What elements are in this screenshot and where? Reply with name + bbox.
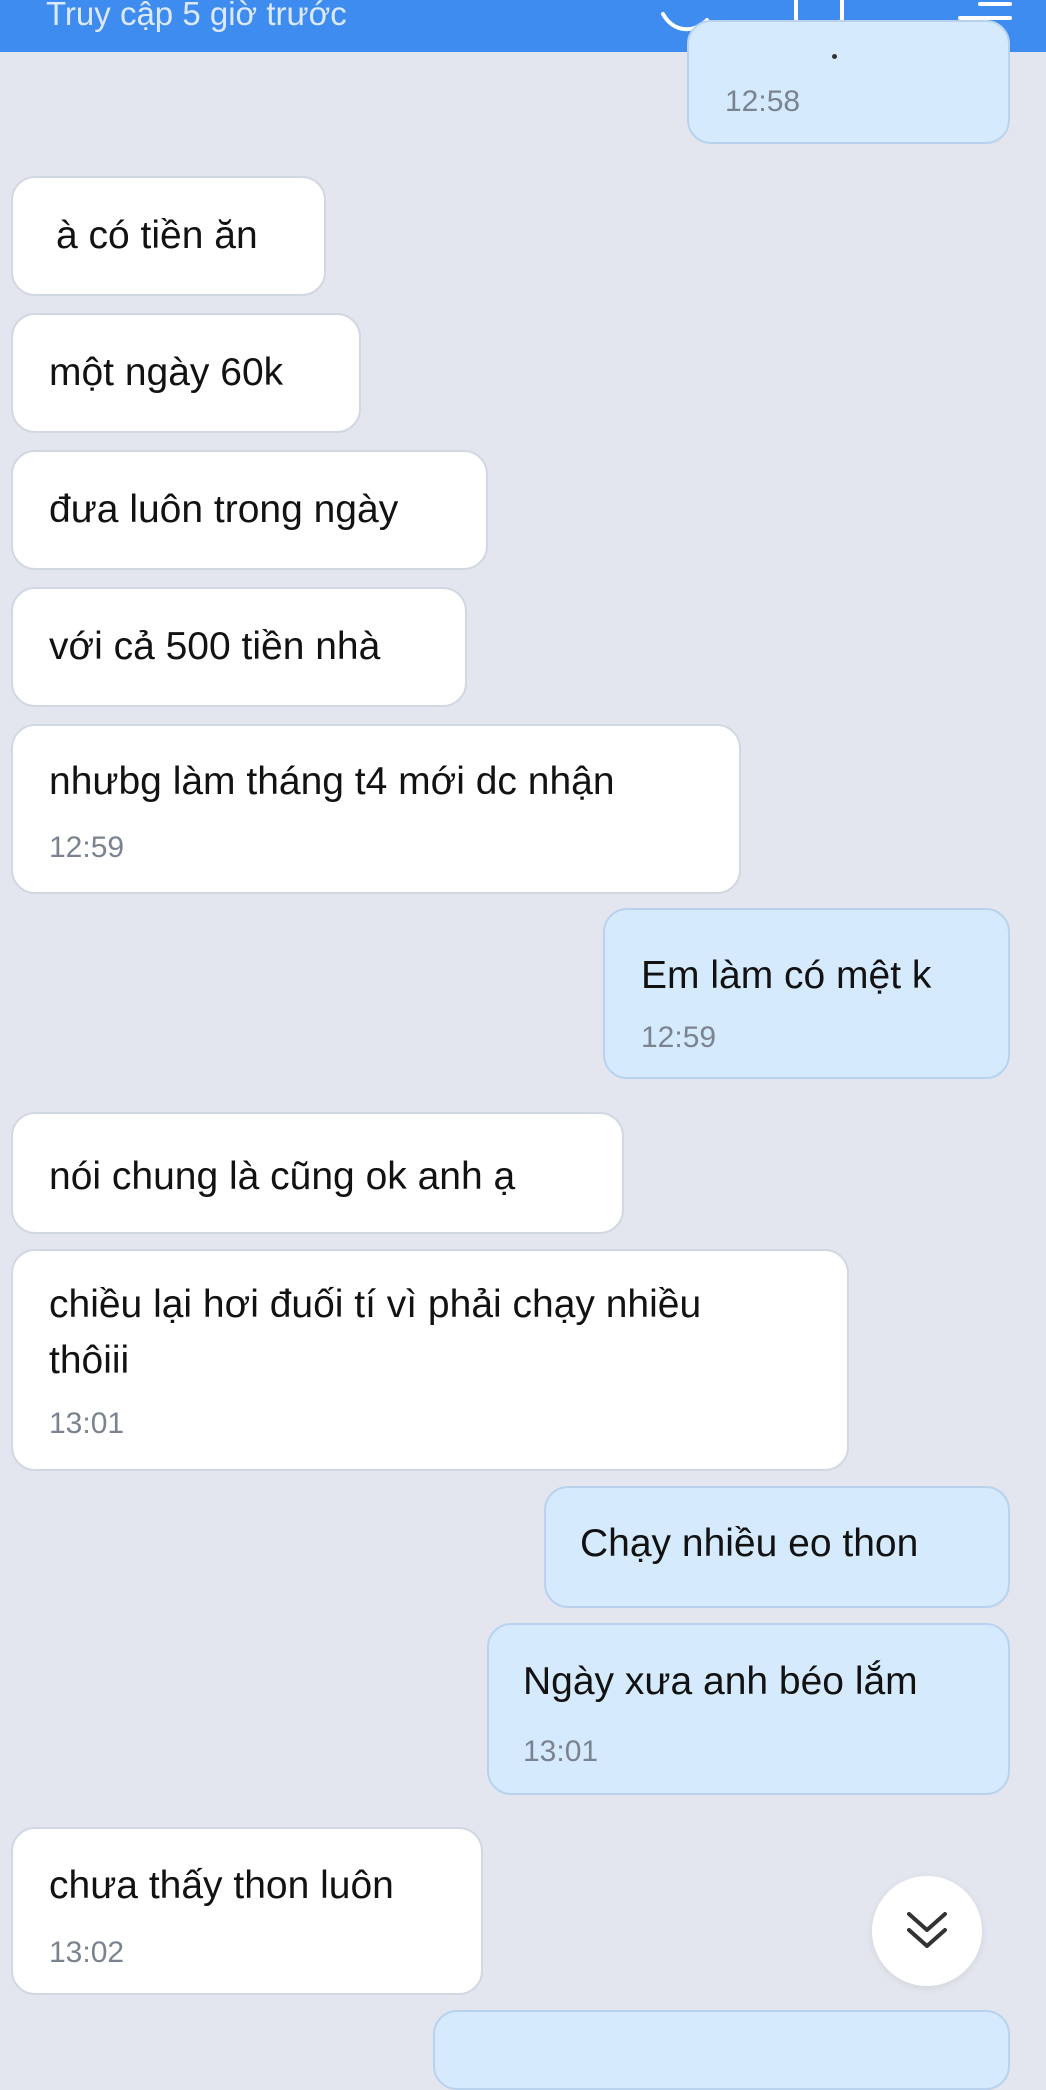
message-time: 12:59: [641, 1021, 717, 1054]
message-bubble-incoming[interactable]: nói chung là cũng ok anh ạ: [11, 1112, 624, 1234]
message-bubble-outgoing[interactable]: Ngày xưa anh béo lắm 13:01: [487, 1623, 1010, 1795]
message-bubble-incoming[interactable]: đưa luôn trong ngày: [11, 450, 488, 570]
message-bubble-outgoing[interactable]: Em làm có mệt k 12:59: [603, 908, 1010, 1079]
message-text: đưa luôn trong ngày: [49, 488, 399, 531]
message-text: chiều lại hơi đuối tí vì phải chạy nhiều: [49, 1283, 702, 1326]
message-bubble-outgoing[interactable]: Chạy nhiều eo thon: [544, 1486, 1010, 1608]
message-time: 13:02: [49, 1936, 125, 1969]
message-bubble-incoming[interactable]: à có tiền ăn: [11, 176, 326, 296]
message-bubble-outgoing[interactable]: [433, 2010, 1010, 2090]
message-time: 13:01: [49, 1407, 125, 1440]
message-text: nhưbg làm tháng t4 mới dc nhận: [49, 760, 615, 803]
message-text: nói chung là cũng ok anh ạ: [49, 1155, 516, 1198]
message-text: chưa thấy thon luôn: [49, 1864, 394, 1907]
message-bubble-incoming[interactable]: nhưbg làm tháng t4 mới dc nhận 12:59: [11, 724, 741, 894]
double-chevron-down-icon: [907, 1912, 947, 1948]
scroll-to-bottom-button[interactable]: [872, 1876, 982, 1986]
message-text: Em làm có mệt k: [641, 954, 932, 997]
message-text: Chạy nhiều eo thon: [580, 1522, 919, 1565]
message-bubble-incoming[interactable]: chiều lại hơi đuối tí vì phải chạy nhiều…: [11, 1249, 849, 1471]
last-seen-status: Truy cập 5 giờ trước: [46, 0, 347, 32]
message-bubble-incoming[interactable]: với cả 500 tiền nhà: [11, 587, 467, 707]
message-text: với cả 500 tiền nhà: [49, 625, 381, 668]
message-text: một ngày 60k: [49, 351, 284, 394]
message-time: 12:59: [49, 831, 125, 864]
message-text: Ngày xưa anh béo lắm: [523, 1660, 918, 1703]
message-bubble-incoming[interactable]: một ngày 60k: [11, 313, 361, 433]
text-fragment-dot: [832, 54, 837, 59]
message-text-continued: thôiii: [49, 1339, 130, 1382]
message-time: 12:58: [725, 85, 801, 118]
message-bubble-outgoing[interactable]: 12:58: [687, 20, 1010, 144]
message-bubble-incoming[interactable]: chưa thấy thon luôn 13:02: [11, 1827, 483, 1995]
message-time: 13:01: [523, 1735, 599, 1768]
message-text: à có tiền ăn: [56, 214, 258, 257]
